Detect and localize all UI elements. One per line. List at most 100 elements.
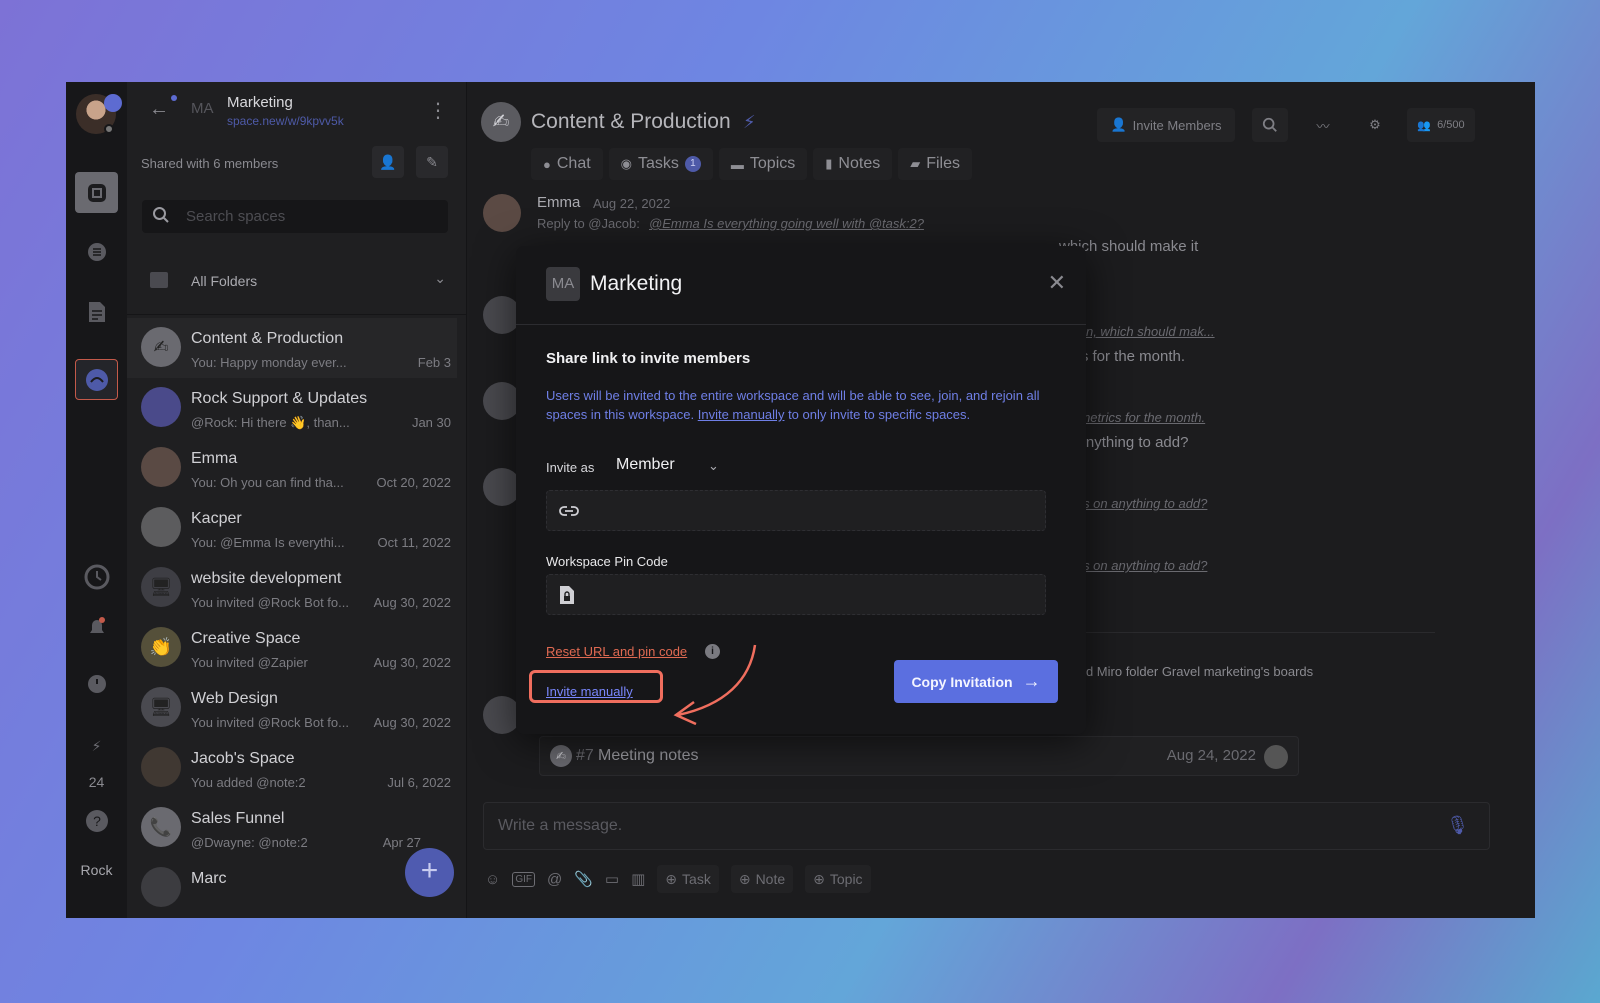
add-person-icon: 👤 — [1110, 117, 1127, 132]
mention-icon[interactable]: @ — [547, 871, 562, 888]
space-avatar — [141, 447, 181, 487]
tab-chat[interactable]: ● Chat — [531, 148, 603, 180]
reply-link[interactable]: th metrics for the month. — [1065, 410, 1205, 425]
edit-button[interactable]: ✎ — [416, 146, 448, 178]
gif-icon[interactable]: GIF — [512, 871, 535, 887]
spaces-nav-button[interactable] — [75, 172, 118, 213]
list-item[interactable]: 🖥 website development You invited @Rock … — [127, 558, 457, 618]
tab-notes[interactable]: ▮ Notes — [813, 148, 893, 180]
workspace-url[interactable]: space.new/w/9kpvv5k — [227, 114, 344, 128]
history-button[interactable] — [75, 556, 118, 597]
space-name: Web Design — [191, 690, 278, 707]
bolt-icon: ⚡ — [743, 112, 756, 132]
notifications-button[interactable] — [75, 606, 118, 647]
workspace-marketing-button[interactable] — [75, 359, 118, 400]
reply-link[interactable]: ghts on anything to add? — [1065, 496, 1207, 511]
invite-members-label: Invite Members — [1132, 117, 1222, 133]
list-item[interactable]: Jacob's Space You added @note:2 Jul 6, 2… — [127, 738, 457, 798]
help-button[interactable]: ? — [75, 800, 118, 841]
reset-url-link[interactable]: Reset URL and pin code — [546, 644, 687, 659]
channel-tabs: ● Chat ◉ Tasks 1 ▬ Topics ▮ Notes ▰ Files — [531, 148, 972, 180]
space-avatar — [141, 867, 181, 907]
note-icon: ▮ — [825, 156, 833, 171]
divider — [1065, 632, 1435, 633]
chevron-down-icon[interactable]: ⌄ — [708, 458, 719, 474]
list-item[interactable]: 🖥 Web Design You invited @Rock Bot fo...… — [127, 678, 457, 738]
tab-topics[interactable]: ▬ Topics — [718, 148, 808, 180]
stopwatch-icon — [87, 674, 106, 693]
invite-link-field[interactable] — [546, 490, 1046, 531]
unread-dot — [171, 95, 177, 101]
invite-members-button[interactable]: 👤 Invite Members — [1097, 108, 1235, 142]
list-item[interactable]: ✍ Content & Production You: Happy monday… — [127, 318, 457, 378]
attachment-icon[interactable]: 📎 — [574, 870, 593, 888]
add-topic-button[interactable]: ⊕ Topic — [805, 865, 871, 893]
user-avatar[interactable] — [76, 94, 122, 134]
add-space-button[interactable]: + — [405, 848, 454, 897]
bolt-button[interactable]: ⚡ — [75, 726, 118, 767]
timer-button[interactable] — [75, 662, 118, 703]
space-name: Rock Support & Updates — [191, 390, 368, 407]
add-note-button[interactable]: ⊕ Note — [730, 865, 794, 893]
modal-heading: Share link to invite members — [546, 350, 751, 367]
member-count: 6/500 — [1437, 119, 1465, 131]
more-options-icon[interactable]: ⋮ — [428, 98, 448, 123]
close-icon[interactable]: ✕ — [1048, 270, 1066, 296]
rail-user-label: Rock — [80, 862, 113, 878]
members-button[interactable]: 👤 — [372, 146, 404, 178]
list-item[interactable]: 👏 Creative Space You invited @Zapier Aug… — [127, 618, 457, 678]
list-nav-button[interactable] — [75, 231, 118, 272]
microphone-icon[interactable]: 🎙 — [1446, 815, 1469, 836]
list-item[interactable]: Emma You: Oh you can find tha... Oct 20,… — [127, 438, 457, 498]
space-name: Emma — [191, 450, 238, 467]
poll-icon[interactable]: ▥ — [631, 870, 645, 888]
arrow-right-icon: → — [1022, 671, 1041, 691]
search-button[interactable] — [1252, 108, 1288, 142]
pin-code-label: Workspace Pin Code — [546, 554, 668, 569]
list-item[interactable]: Kacper You: @Emma Is everythi... Oct 11,… — [127, 498, 457, 558]
presence-dot — [104, 124, 114, 134]
activity-button[interactable]: 〰 — [1305, 108, 1341, 142]
search-icon — [1262, 117, 1277, 132]
space-preview: @Rock: Hi there 👋, than... — [191, 415, 350, 430]
space-date: Apr 27 — [382, 835, 421, 850]
svg-text:?: ? — [93, 813, 101, 829]
tasks-count-badge: 1 — [684, 156, 701, 172]
copy-invitation-button[interactable]: Copy Invitation → — [894, 660, 1058, 703]
emoji-icon[interactable]: ☺ — [485, 871, 500, 888]
invite-manually-link[interactable]: Invite manually — [546, 684, 633, 699]
notes-nav-button[interactable] — [75, 291, 118, 332]
space-avatar — [141, 747, 181, 787]
task-label: Task — [682, 871, 711, 887]
settings-button[interactable]: ⚙ — [1357, 108, 1393, 142]
reply-link[interactable]: ghts on anything to add? — [1065, 558, 1207, 573]
note-card[interactable]: ✍ #7 Meeting notes Aug 24, 2022 — [539, 736, 1299, 776]
space-name: Creative Space — [191, 630, 301, 647]
folders-dropdown[interactable]: All Folders ⌄ — [142, 266, 452, 296]
folders-label: All Folders — [191, 273, 258, 289]
pencil-icon: ✎ — [426, 153, 438, 170]
space-preview: You invited @Rock Bot fo... — [191, 715, 349, 730]
video-icon[interactable]: ▭ — [605, 870, 619, 888]
member-count-button[interactable]: 👥 6/500 — [1407, 108, 1475, 142]
workspace-initials-badge: MA — [546, 267, 580, 301]
person-icon: 👤 — [379, 153, 397, 170]
invite-as-label: Invite as — [546, 460, 595, 475]
list-item[interactable]: Rock Support & Updates @Rock: Hi there 👋… — [127, 378, 457, 438]
list-item[interactable]: 📞 Sales Funnel @Dwayne: @note:2 Apr 27 — [127, 798, 457, 858]
invite-manually-inline-link[interactable]: Invite manually — [698, 407, 785, 422]
back-arrow-icon[interactable]: ← — [149, 98, 169, 121]
space-preview: You: Oh you can find tha... — [191, 475, 344, 490]
avatar-badge — [104, 94, 122, 112]
search-input[interactable] — [186, 200, 436, 233]
gear-icon: ⚙ — [1369, 117, 1381, 132]
tab-tasks[interactable]: ◉ Tasks 1 — [608, 148, 713, 180]
role-select[interactable]: Member — [616, 456, 675, 474]
tab-files[interactable]: ▰ Files — [898, 148, 972, 180]
pin-code-field[interactable] — [546, 574, 1046, 615]
lock-file-icon — [559, 585, 575, 610]
message-input[interactable] — [498, 803, 1398, 849]
reply-link[interactable]: @Emma Is everything going well with @tas… — [649, 216, 924, 231]
reply-link[interactable]: ation, which should mak... — [1065, 324, 1215, 339]
add-task-button[interactable]: ⊕ Task — [657, 865, 719, 893]
